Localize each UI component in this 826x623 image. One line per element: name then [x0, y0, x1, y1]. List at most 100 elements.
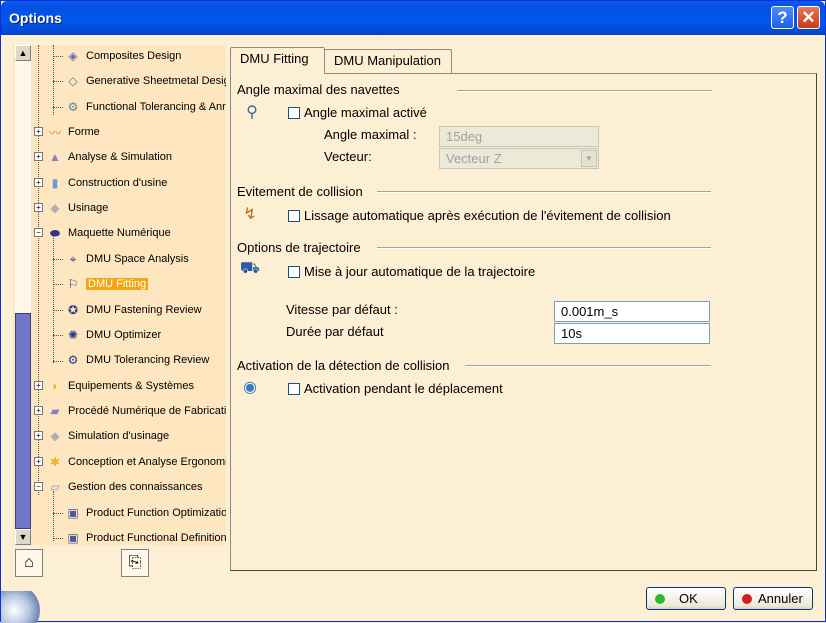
tree-item-label: DMU Fastening Review: [86, 304, 202, 316]
tree-item-composites-design[interactable]: ◈ Composites Design: [63, 46, 181, 66]
expand-toggle[interactable]: +: [34, 381, 43, 390]
ok-button-label: OK: [679, 591, 698, 606]
trajectory-icon: ⛟: [239, 260, 261, 277]
tree-item-dmu-fastening-review[interactable]: ✪ DMU Fastening Review: [63, 300, 202, 320]
tree-item-product-function-optimization[interactable]: ▣ Product Function Optimizatior: [63, 503, 226, 523]
tree-item-label: Functional Tolerancing & Ann: [86, 101, 226, 113]
tree-item-dmu-optimizer[interactable]: ✺ DMU Optimizer: [63, 325, 161, 345]
tree-item-label: Forme: [68, 126, 100, 138]
section-divider: [377, 247, 711, 249]
tree-item-gestion-connaissances[interactable]: ▱ Gestion des connaissances: [45, 477, 203, 497]
tree-item-label: Product Functional Definition: [86, 532, 226, 544]
tree-item-usinage[interactable]: ◆ Usinage: [45, 198, 108, 218]
help-button[interactable]: ?: [771, 6, 794, 29]
cancel-button[interactable]: Annuler: [733, 587, 813, 610]
reset-options-icon[interactable]: ⌂: [15, 549, 43, 577]
expand-toggle[interactable]: +: [34, 457, 43, 466]
tree-item-label: Generative Sheetmetal Desig: [86, 75, 226, 87]
expand-toggle[interactable]: +: [34, 203, 43, 212]
tree-item-analyse-simulation[interactable]: ▲ Analyse & Simulation: [45, 147, 172, 167]
expand-toggle[interactable]: +: [34, 127, 43, 136]
dmu-fitting-icon: ⚐: [67, 277, 79, 291]
tree-item-label: Analyse & Simulation: [68, 151, 172, 163]
export-options-icon[interactable]: ⎘: [121, 549, 149, 577]
collision-detection-icon: ◉: [243, 379, 257, 396]
analysis-icon: ▲: [49, 150, 61, 164]
chevron-down-icon[interactable]: ▼: [581, 150, 597, 167]
tree-item-label: Usinage: [68, 202, 109, 214]
options-dialog: Options ? ✕ ▲ ▼ ◈ Composites Design ◇ Ge…: [0, 0, 826, 623]
section-divider: [457, 90, 712, 92]
tree-item-product-functional-definition[interactable]: ▣ Product Functional Definition: [63, 528, 226, 545]
section-divider: [465, 365, 711, 367]
scroll-up-arrow-icon[interactable]: ▲: [15, 45, 31, 61]
default-speed-input[interactable]: 0.001m_s: [554, 301, 710, 322]
detection-checkbox-label: Activation pendant le déplacement: [304, 381, 503, 396]
tree-item-construction-usine[interactable]: ▮ Construction d'usine: [45, 173, 168, 193]
cancel-indicator-icon: [742, 593, 752, 604]
tree-item-label: Construction d'usine: [68, 177, 168, 189]
tree-item-dmu-space-analysis[interactable]: ⌖ DMU Space Analysis: [63, 249, 189, 269]
tree-item-dmu-tolerancing-review[interactable]: ⚙ DMU Tolerancing Review: [63, 350, 210, 370]
tree-item-forme[interactable]: 〰 Forme: [45, 122, 100, 142]
tree-item-simulation-usinage[interactable]: ◆ Simulation d'usinage: [45, 426, 169, 446]
decorative-globe: [1, 591, 45, 623]
tree-item-ergonomie[interactable]: ✱ Conception et Analyse Ergonomi: [45, 452, 226, 472]
sheetmetal-icon: ◇: [68, 74, 78, 88]
tab-dmu-fitting[interactable]: DMU Fitting: [230, 47, 325, 74]
tree-item-label: Maquette Numérique: [68, 227, 171, 239]
scroll-down-arrow-icon[interactable]: ▼: [15, 529, 31, 545]
collapse-toggle[interactable]: −: [34, 228, 43, 237]
max-angle-checkbox[interactable]: [288, 107, 300, 119]
tree-connector: [53, 538, 63, 539]
window-title: Options: [9, 10, 62, 26]
expand-toggle[interactable]: +: [34, 178, 43, 187]
tree-connector: [53, 235, 54, 363]
tree-scrollbar[interactable]: ▲ ▼: [15, 45, 31, 545]
collapse-toggle[interactable]: −: [34, 482, 43, 491]
tree-connector: [53, 81, 63, 82]
options-tree: ▲ ▼ ◈ Composites Design ◇ Generative She…: [13, 45, 226, 545]
shape-icon: 〰: [48, 125, 61, 140]
trajectory-update-checkbox[interactable]: [288, 266, 300, 278]
tree-item-label: DMU Tolerancing Review: [86, 354, 210, 366]
smoothing-checkbox[interactable]: [288, 210, 300, 222]
tree-item-dmu-fitting[interactable]: ⚐ DMU Fitting: [63, 274, 149, 294]
tree-item-sheetmetal[interactable]: ◇ Generative Sheetmetal Desig: [63, 71, 226, 91]
shuttle-icon: ⚲: [246, 104, 258, 121]
dmu-optimizer-icon: ✺: [67, 328, 79, 342]
close-button[interactable]: ✕: [797, 6, 820, 29]
section-title-trajectory-options: Options de trajectoire: [237, 240, 361, 255]
tree-item-functional-tolerancing[interactable]: ⚙ Functional Tolerancing & Ann: [63, 97, 226, 117]
tree-item-label: Equipements & Systèmes: [68, 380, 194, 392]
expand-toggle[interactable]: +: [34, 406, 43, 415]
tab-content-panel: Angle maximal des navettes ⚲ Angle maxim…: [230, 73, 817, 571]
tree-item-label: Product Function Optimizatior: [86, 507, 226, 519]
tree-connector: [53, 107, 63, 108]
tree-item-label: Gestion des connaissances: [68, 481, 203, 493]
dmu-tolerancing-icon: ⚙: [67, 353, 79, 367]
tree-connector: [53, 284, 63, 285]
vector-select[interactable]: Vecteur Z ▼: [439, 148, 599, 169]
default-speed-label: Vitesse par défaut :: [286, 302, 398, 317]
scroll-thumb[interactable]: [15, 313, 31, 529]
expand-toggle[interactable]: +: [34, 152, 43, 161]
default-duration-input[interactable]: 10s: [554, 323, 710, 344]
tree-item-label: Composites Design: [86, 50, 182, 62]
expand-toggle[interactable]: +: [34, 431, 43, 440]
tree-item-maquette-numerique[interactable]: ⬬ Maquette Numérique: [45, 223, 171, 243]
tree-item-equipements-systemes[interactable]: ◗ Equipements & Systèmes: [45, 376, 194, 396]
dmu-fastening-icon: ✪: [67, 303, 79, 317]
tree-item-procede-numerique[interactable]: ▰ Procédé Numérique de Fabricatic: [45, 401, 226, 421]
section-title-collision-detection: Activation de la détection de collision: [237, 358, 450, 373]
tree-connector: [53, 491, 54, 541]
tree-item-label: Procédé Numérique de Fabricatic: [68, 405, 226, 417]
dmu-space-icon: ⌖: [69, 251, 77, 266]
ok-button[interactable]: OK: [646, 587, 726, 610]
tree-connector: [38, 45, 39, 495]
detection-checkbox[interactable]: [288, 383, 300, 395]
tree-connector: [53, 310, 63, 311]
tab-dmu-manipulation[interactable]: DMU Manipulation: [324, 49, 452, 73]
collision-smoothing-icon: ↯: [243, 206, 257, 223]
max-angle-input[interactable]: 15deg: [439, 126, 599, 147]
